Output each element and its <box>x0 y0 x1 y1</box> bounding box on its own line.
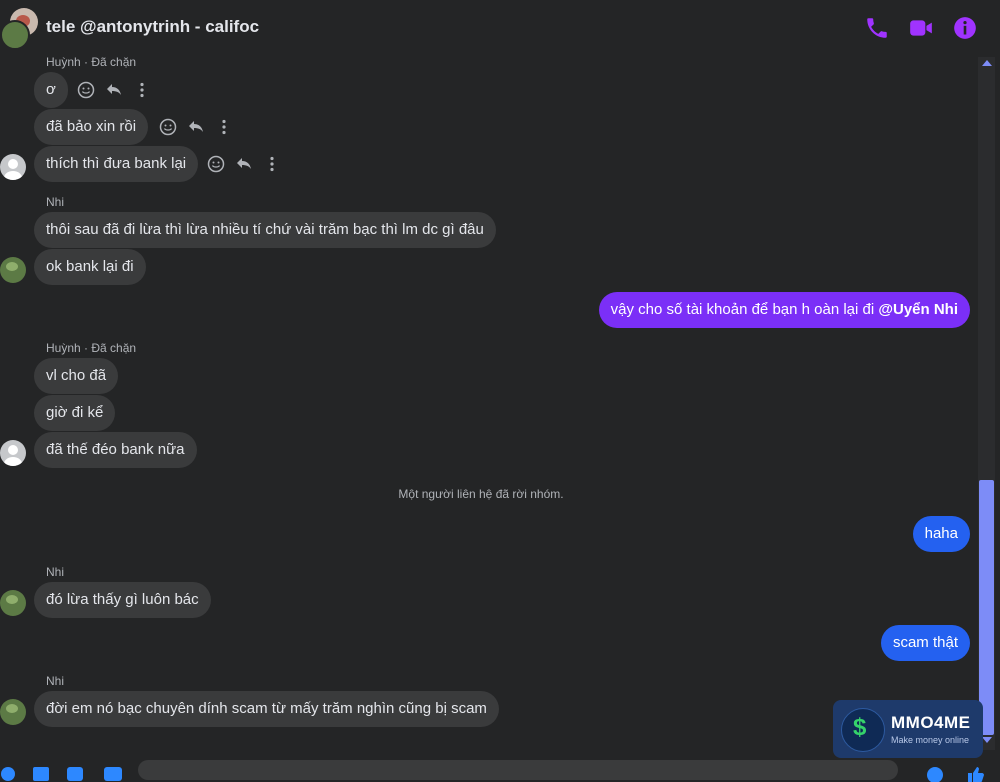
emoji-icon[interactable] <box>926 766 944 782</box>
message-bubble[interactable]: ok bank lại đi <box>34 249 146 285</box>
message-actions <box>77 81 151 99</box>
avatar[interactable] <box>0 154 26 180</box>
sender-name: Nhi <box>46 565 65 579</box>
more-icon[interactable] <box>133 81 151 99</box>
mention-link[interactable]: @Uyển Nhi <box>878 301 958 318</box>
message-bubble[interactable]: đó lừa thấy gì luôn bác <box>34 582 211 618</box>
message-text: vậy cho số tài khoản để bạn h oàn lại đi <box>610 301 879 318</box>
outgoing-message-bubble[interactable]: scam thật <box>880 625 970 661</box>
watermark-logo: $ MMO4ME Make money online <box>833 700 983 758</box>
message-input[interactable] <box>138 760 898 780</box>
reply-icon[interactable] <box>105 81 123 99</box>
avatar[interactable] <box>0 699 26 725</box>
watermark-subtitle: Make money online <box>891 735 970 745</box>
conversation-title[interactable]: tele @antonytrinh - califoc <box>46 17 259 37</box>
message-bubble[interactable]: giờ đi kể <box>34 395 116 431</box>
message-bubble[interactable]: vl cho đã <box>34 358 119 394</box>
dollar-icon: $ <box>853 714 867 741</box>
image-icon[interactable] <box>32 766 50 782</box>
sender-name: Nhi <box>46 195 65 209</box>
message-actions <box>159 118 233 136</box>
message-bubble[interactable]: thôi sau đã đi lừa thì lừa nhiều tí chứ … <box>34 212 496 248</box>
avatar[interactable] <box>0 440 26 466</box>
outgoing-message-bubble[interactable]: vậy cho số tài khoản để bạn h oàn lại đi… <box>598 292 970 328</box>
more-actions-icon[interactable] <box>0 766 16 782</box>
composer-bar <box>0 760 1000 782</box>
info-icon[interactable] <box>952 15 978 41</box>
avatar[interactable] <box>0 257 26 283</box>
message-bubble[interactable]: đời em nó bạc chuyên dính scam từ mấy tr… <box>34 691 499 727</box>
scrollbar-thumb[interactable] <box>979 480 994 735</box>
react-icon[interactable] <box>77 81 95 99</box>
message-bubble[interactable]: đã thế đéo bank nữa <box>34 432 197 468</box>
phone-icon[interactable] <box>864 15 890 41</box>
reply-icon[interactable] <box>187 118 205 136</box>
video-icon[interactable] <box>908 15 934 41</box>
gif-icon[interactable] <box>103 766 123 782</box>
react-icon[interactable] <box>159 118 177 136</box>
message-bubble[interactable]: đã bảo xin rồi <box>34 109 149 145</box>
group-avatar[interactable] <box>0 8 38 50</box>
more-icon[interactable] <box>263 155 281 173</box>
message-bubble[interactable]: thích thì đưa bank lại <box>34 146 199 182</box>
system-notice: Một người liên hệ đã rời nhóm. <box>398 487 564 501</box>
message-bubble[interactable]: ơ <box>34 72 68 108</box>
scroll-up-icon[interactable] <box>982 60 992 66</box>
watermark-title: MMO4ME <box>891 713 971 732</box>
avatar[interactable] <box>0 590 26 616</box>
like-icon[interactable] <box>966 766 984 782</box>
sender-name: Nhi <box>46 674 65 688</box>
message-actions <box>207 155 281 173</box>
react-icon[interactable] <box>207 155 225 173</box>
outgoing-message-bubble[interactable]: haha <box>912 516 970 552</box>
sender-name: Huỳnh · Đã chặn <box>46 341 137 355</box>
scroll-down-icon[interactable] <box>982 737 992 743</box>
sender-name: Huỳnh · Đã chặn <box>46 55 137 69</box>
sticker-icon[interactable] <box>66 766 84 782</box>
more-icon[interactable] <box>215 118 233 136</box>
reply-icon[interactable] <box>235 155 253 173</box>
conversation-header: tele @antonytrinh - califoc <box>0 0 1000 56</box>
group-avatar-member-2 <box>0 20 30 50</box>
